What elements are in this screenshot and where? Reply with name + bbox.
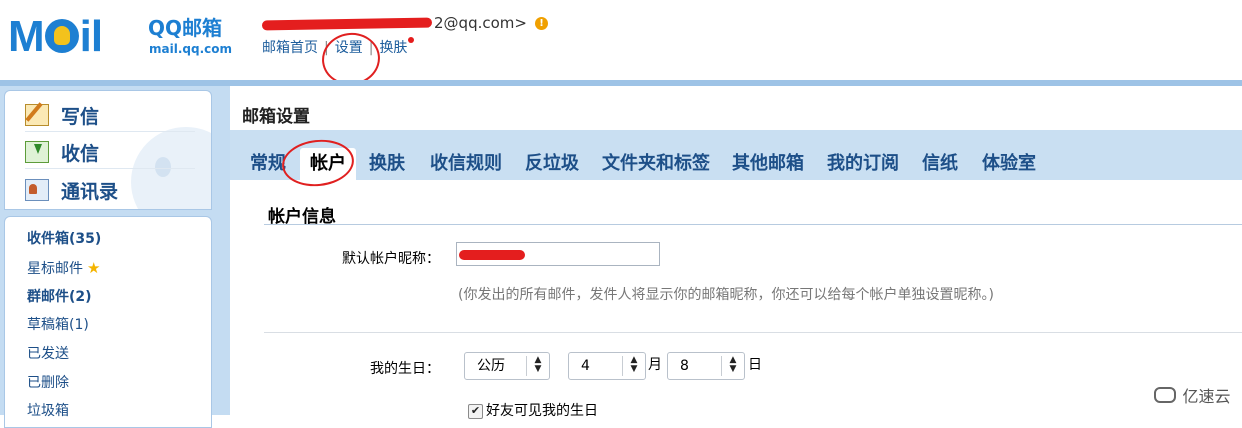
star-icon: ★ [87,259,101,277]
birthday-label: 我的生日： [370,361,440,377]
cloud-logo-icon [1154,386,1177,403]
folder-starred-label: 星标邮件 [27,261,83,277]
qq-mail-logo[interactable]: Mil QQ邮箱 mail.qq.com [8,10,238,62]
folder-list: 收件箱(35) 星标邮件 ★ 群邮件(2) 草稿箱(1) 已发送 已删除 垃圾箱 [4,216,212,428]
user-email: 2@qq.com> [434,14,527,32]
nickname-hint: (你发出的所有邮件，发件人将显示你的邮箱昵称，你还可以给每个帐户单独设置昵称。) [458,287,994,303]
folder-starred[interactable]: 星标邮件 ★ [27,258,100,278]
nickname-label: 默认帐户昵称： [342,251,440,267]
row-divider [264,332,1242,333]
warning-icon[interactable]: ! [534,17,548,30]
tab-anti-spam[interactable]: 反垃圾 [525,150,579,178]
month-unit: 月 [648,357,662,373]
folder-sent[interactable]: 已发送 [27,344,69,364]
header: Mil QQ邮箱 mail.qq.com 2@qq.com>! 邮箱首页 | 设置 |… [0,0,1242,89]
folder-drafts[interactable]: 草稿箱(1) [27,315,89,335]
friends-visible-label: 好友可见我的生日 [486,403,598,419]
calendar-type-select[interactable]: 公历 ▲ ▼ [464,352,550,380]
logo-bell-icon [44,19,79,53]
tab-stationery[interactable]: 信纸 [922,150,958,178]
settings-tabs: 常规 帐户 换肤 收信规则 反垃圾 文件夹和标签 其他邮箱 我的订阅 信纸 体验… [230,130,1242,180]
friends-visible-checkbox[interactable]: ✔ [468,404,483,419]
folder-inbox[interactable]: 收件箱(35) [27,229,101,249]
tab-mail-rules[interactable]: 收信规则 [430,150,502,178]
birth-day-value: 8 [680,358,689,374]
receive-button[interactable]: 收信 [25,137,99,167]
contacts-button[interactable]: 通讯录 [25,175,118,205]
watermark: 亿速云 [1143,374,1242,415]
day-unit: 日 [748,357,762,373]
birth-month-value: 4 [581,358,590,374]
inbox-download-icon [25,141,49,163]
section-divider [264,224,1242,225]
receive-label: 收信 [61,142,100,165]
home-link[interactable]: 邮箱首页 [262,40,318,56]
birth-month-select[interactable]: 4 ▲ ▼ [568,352,646,380]
pencil-write-icon [25,104,49,126]
tab-folders-labels[interactable]: 文件夹和标签 [602,150,710,178]
redaction-scribble [459,250,525,260]
account-settings-panel: 帐户信息 默认帐户昵称： (你发出的所有邮件，发件人将显示你的邮箱昵称，你还可以… [230,180,1242,419]
address-book-icon [25,179,49,201]
sidebar-divider [25,131,195,132]
folder-group[interactable]: 群邮件(2) [27,287,92,307]
select-arrows-icon: ▲ ▼ [622,356,645,376]
page-title: 邮箱设置 [242,107,310,127]
sidebar: 写信 收信 通讯录 收件箱(35) 星标邮件 ★ 群邮件(2) 草稿箱(1) 已发… [0,86,230,428]
folder-spam[interactable]: 垃圾箱 [27,401,69,421]
watermark-text: 亿速云 [1182,386,1231,406]
quick-actions-panel: 写信 收信 通讯录 [4,90,212,210]
birth-day-select[interactable]: 8 ▲ ▼ [667,352,745,380]
settings-main: 邮箱设置 常规 帐户 换肤 收信规则 反垃圾 文件夹和标签 其他邮箱 我的订阅 … [230,86,1242,419]
logo-url-text: mail.qq.com [149,42,232,56]
redaction-scribble [261,17,433,30]
folder-deleted[interactable]: 已删除 [27,373,69,393]
nickname-input[interactable] [456,242,660,266]
calendar-type-value: 公历 [477,358,505,374]
tab-lab[interactable]: 体验室 [982,150,1036,178]
select-arrows-icon: ▲ ▼ [721,356,744,376]
compose-button[interactable]: 写信 [25,100,99,130]
select-arrows-icon: ▲ ▼ [526,356,549,376]
new-badge-dot [408,37,415,43]
logo-wordmark: Mil [8,12,103,61]
tab-skin[interactable]: 换肤 [369,150,405,178]
tab-subscriptions[interactable]: 我的订阅 [827,150,899,178]
compose-label: 写信 [61,105,100,128]
sidebar-divider [25,168,195,169]
logo-qq-text: QQ邮箱 [148,16,223,40]
tab-other-mailboxes[interactable]: 其他邮箱 [732,150,804,178]
contacts-label: 通讯录 [61,180,119,203]
user-account-line: 2@qq.com>! [261,14,548,32]
tab-general[interactable]: 常规 [250,150,286,178]
skin-link[interactable]: 换肤 [379,40,407,56]
